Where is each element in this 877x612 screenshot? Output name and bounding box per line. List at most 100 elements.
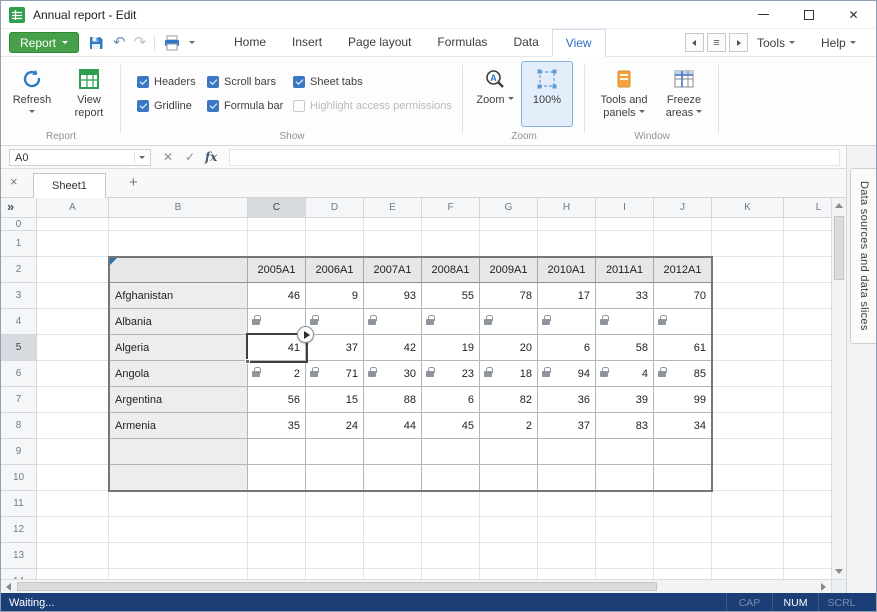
tab-page-layout[interactable]: Page layout: [335, 29, 424, 56]
column-header-C[interactable]: C: [248, 198, 306, 218]
cell-I11[interactable]: [596, 491, 654, 517]
cell-E1[interactable]: [364, 231, 422, 257]
cell-F8[interactable]: 45: [422, 413, 480, 439]
column-header-G[interactable]: G: [480, 198, 538, 218]
column-header-E[interactable]: E: [364, 198, 422, 218]
close-button[interactable]: ✕: [831, 1, 876, 28]
cell-F5[interactable]: 19: [422, 335, 480, 361]
row-header-13[interactable]: 13: [1, 543, 37, 569]
cell-K5[interactable]: [712, 335, 784, 361]
view-report-button[interactable]: View report: [61, 61, 117, 127]
cell-J12[interactable]: [654, 517, 712, 543]
cell-E0[interactable]: [364, 218, 422, 231]
cell-A1[interactable]: [37, 231, 109, 257]
cell-L1[interactable]: [784, 231, 831, 257]
cell-E9[interactable]: [364, 439, 422, 465]
tab-data[interactable]: Data: [500, 29, 551, 56]
cell-J13[interactable]: [654, 543, 712, 569]
cell-H6[interactable]: 94: [538, 361, 596, 387]
name-box-dropdown-icon[interactable]: [139, 156, 145, 162]
cell-I1[interactable]: [596, 231, 654, 257]
cell-E12[interactable]: [364, 517, 422, 543]
freeze-areas-button[interactable]: Freeze areas: [657, 61, 711, 127]
tab-formulas[interactable]: Formulas: [424, 29, 500, 56]
sheet-tab-sheet1[interactable]: Sheet1: [33, 173, 106, 198]
cell-J0[interactable]: [654, 218, 712, 231]
cell-E8[interactable]: 44: [364, 413, 422, 439]
cell-D4[interactable]: [306, 309, 364, 335]
cell-I12[interactable]: [596, 517, 654, 543]
cell-L14[interactable]: [784, 569, 831, 579]
cell-E13[interactable]: [364, 543, 422, 569]
cell-G2[interactable]: 2009A1: [480, 257, 538, 283]
cell-A13[interactable]: [37, 543, 109, 569]
undo-button[interactable]: ↶: [113, 34, 126, 52]
cell-B3[interactable]: Afghanistan: [109, 283, 248, 309]
cell-K4[interactable]: [712, 309, 784, 335]
cell-G4[interactable]: [480, 309, 538, 335]
cell-A9[interactable]: [37, 439, 109, 465]
tab-home[interactable]: Home: [221, 29, 279, 56]
cell-E7[interactable]: 88: [364, 387, 422, 413]
cell-C2[interactable]: 2005A1: [248, 257, 306, 283]
cell-D8[interactable]: 24: [306, 413, 364, 439]
cell-G1[interactable]: [480, 231, 538, 257]
maximize-button[interactable]: [786, 1, 831, 28]
scroll-left-button[interactable]: [1, 580, 16, 593]
column-header-F[interactable]: F: [422, 198, 480, 218]
cell-F7[interactable]: 6: [422, 387, 480, 413]
cell-B6[interactable]: Angola: [109, 361, 248, 387]
cell-B13[interactable]: [109, 543, 248, 569]
cell-D13[interactable]: [306, 543, 364, 569]
checkbox-headers[interactable]: Headers: [137, 76, 207, 88]
redo-button[interactable]: ↷: [134, 34, 147, 52]
tools-menu[interactable]: Tools: [757, 29, 795, 56]
cell-K2[interactable]: [712, 257, 784, 283]
cell-L12[interactable]: [784, 517, 831, 543]
cell-F11[interactable]: [422, 491, 480, 517]
data-sources-panel-tab[interactable]: Data sources and data slices: [850, 168, 877, 344]
cell-C1[interactable]: [248, 231, 306, 257]
expand-panel-button[interactable]: »: [7, 199, 14, 214]
cell-J14[interactable]: [654, 569, 712, 579]
cell-D3[interactable]: 9: [306, 283, 364, 309]
cell-A10[interactable]: [37, 465, 109, 491]
cell-D11[interactable]: [306, 491, 364, 517]
cell-F12[interactable]: [422, 517, 480, 543]
cell-K11[interactable]: [712, 491, 784, 517]
zoom-100-button[interactable]: 100%: [521, 61, 573, 127]
cell-G9[interactable]: [480, 439, 538, 465]
cell-K14[interactable]: [712, 569, 784, 579]
checkbox-sheet-tabs[interactable]: Sheet tabs: [293, 76, 452, 88]
cell-A12[interactable]: [37, 517, 109, 543]
cell-C13[interactable]: [248, 543, 306, 569]
tab-insert[interactable]: Insert: [279, 29, 335, 56]
row-header-5[interactable]: 5: [1, 335, 37, 361]
cell-K6[interactable]: [712, 361, 784, 387]
cell-I14[interactable]: [596, 569, 654, 579]
cell-F4[interactable]: [422, 309, 480, 335]
cell-A3[interactable]: [37, 283, 109, 309]
cell-A0[interactable]: [37, 218, 109, 231]
cell-E10[interactable]: [364, 465, 422, 491]
cell-H9[interactable]: [538, 439, 596, 465]
cell-B4[interactable]: Albania: [109, 309, 248, 335]
cell-K7[interactable]: [712, 387, 784, 413]
cell-I6[interactable]: 4: [596, 361, 654, 387]
cell-L9[interactable]: [784, 439, 831, 465]
cell-B1[interactable]: [109, 231, 248, 257]
cell-H3[interactable]: 17: [538, 283, 596, 309]
cancel-button[interactable]: ✕: [163, 150, 173, 165]
cell-L7[interactable]: [784, 387, 831, 413]
cell-H13[interactable]: [538, 543, 596, 569]
cell-K10[interactable]: [712, 465, 784, 491]
row-header-7[interactable]: 7: [1, 387, 37, 413]
cell-K12[interactable]: [712, 517, 784, 543]
cell-A11[interactable]: [37, 491, 109, 517]
cell-C0[interactable]: [248, 218, 306, 231]
insert-function-button[interactable]: fx: [205, 150, 217, 165]
column-header-L[interactable]: L: [784, 198, 831, 218]
cell-K3[interactable]: [712, 283, 784, 309]
cell-D7[interactable]: 15: [306, 387, 364, 413]
drill-down-button[interactable]: [297, 326, 314, 343]
